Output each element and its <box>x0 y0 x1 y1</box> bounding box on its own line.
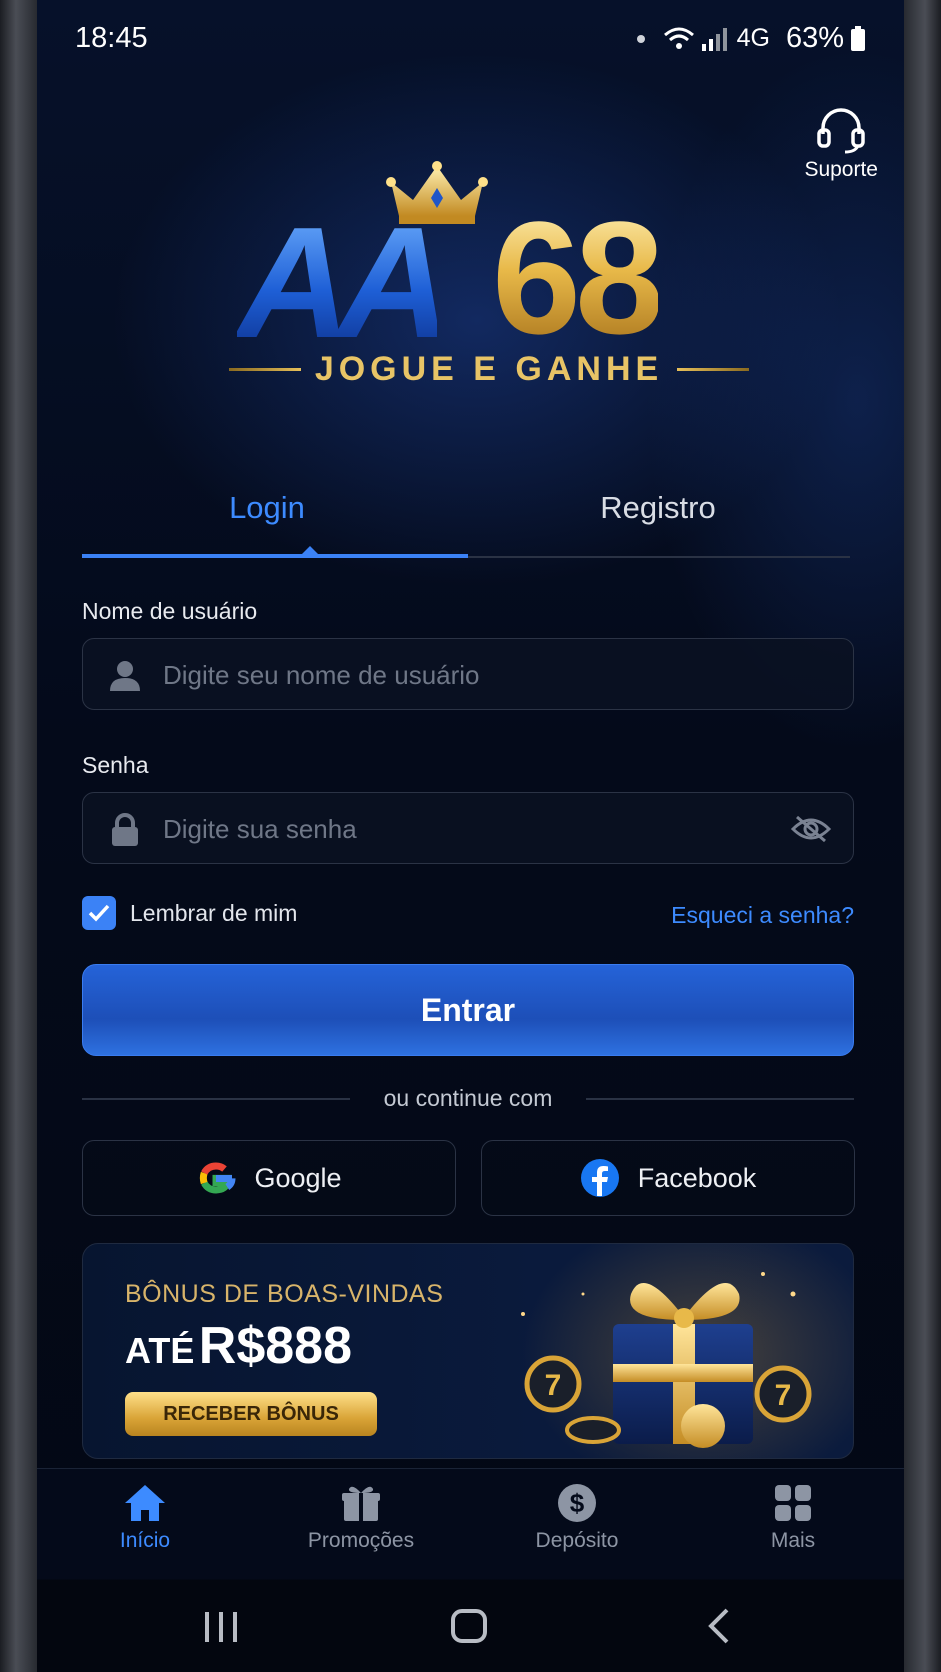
dollar-icon: $ <box>558 1484 596 1522</box>
logo-tagline-row: JOGUE E GANHE <box>229 350 750 389</box>
svg-text:$: $ <box>570 1488 585 1518</box>
wifi-icon <box>663 27 694 49</box>
promo-title: BÔNUS DE BOAS-VINDAS <box>125 1280 444 1308</box>
facebook-label: Facebook <box>637 1162 757 1193</box>
facebook-icon <box>580 1159 619 1197</box>
app-screen: 18:45 4G 63% Suporte AA 68 JOGUE E GANHE… <box>37 0 904 1672</box>
tab-login[interactable]: Login <box>82 490 452 526</box>
status-bar: 18:45 4G 63% <box>75 22 866 62</box>
headset-icon <box>817 108 865 154</box>
logo-number: 68 <box>492 188 664 367</box>
system-navigation-bar <box>37 1580 904 1672</box>
password-field[interactable] <box>82 792 854 865</box>
remember-me[interactable]: Lembrar de mim <box>82 896 297 930</box>
remember-label: Lembrar de mim <box>130 899 298 926</box>
facebook-login-button[interactable]: Facebook <box>481 1140 855 1216</box>
promo-amount-row: ATÉ R$888 <box>125 1316 352 1376</box>
promo-amount: R$888 <box>198 1317 353 1375</box>
home-icon <box>125 1485 165 1521</box>
username-field[interactable] <box>82 638 854 711</box>
nav-label-deposit: Depósito <box>535 1529 619 1552</box>
google-icon <box>200 1162 236 1194</box>
check-icon <box>88 904 110 922</box>
bottom-navigation: Início Promoções $ Depósito Mais <box>37 1468 904 1579</box>
nav-label-more: Mais <box>770 1529 816 1552</box>
eye-off-icon[interactable] <box>791 815 831 843</box>
password-input[interactable] <box>161 793 785 865</box>
support-button[interactable]: Suporte <box>804 104 878 182</box>
nav-item-home[interactable]: Início <box>37 1483 253 1553</box>
status-indicators: 4G 63% <box>636 22 866 55</box>
social-divider: ou continue com <box>82 1084 854 1114</box>
status-time: 18:45 <box>75 22 148 54</box>
promo-prefix: ATÉ <box>125 1330 195 1371</box>
username-input[interactable] <box>161 639 785 711</box>
welcome-bonus-banner[interactable]: BÔNUS DE BOAS-VINDAS ATÉ R$888 RECEBER B… <box>82 1243 854 1459</box>
recent-apps-icon[interactable] <box>201 1606 241 1646</box>
svg-text:7: 7 <box>775 1379 792 1412</box>
phone-bezel-right <box>901 0 941 1672</box>
lock-icon <box>112 813 138 846</box>
claim-bonus-button[interactable]: RECEBER BÔNUS <box>125 1392 377 1436</box>
nav-item-deposit[interactable]: $ Depósito <box>469 1483 685 1553</box>
back-icon[interactable] <box>699 1606 739 1646</box>
username-label: Nome de usuário <box>82 598 258 624</box>
notification-dot-icon <box>636 34 645 43</box>
network-type: 4G <box>736 24 770 52</box>
svg-text:7: 7 <box>545 1369 562 1402</box>
tab-active-indicator <box>82 554 468 558</box>
auth-tabs: Login Registro <box>82 490 850 560</box>
gift-icon <box>342 1486 380 1521</box>
remember-checkbox[interactable] <box>82 896 116 930</box>
tab-register[interactable]: Registro <box>466 490 850 526</box>
battery-icon <box>851 25 865 51</box>
phone-frame: 18:45 4G 63% Suporte AA 68 JOGUE E GANHE… <box>0 0 941 1672</box>
login-button[interactable]: Entrar <box>82 964 854 1056</box>
nav-item-promotions[interactable]: Promoções <box>253 1483 469 1553</box>
google-label: Google <box>254 1162 342 1193</box>
home-button-icon[interactable] <box>449 1606 489 1646</box>
nav-label-home: Início <box>119 1529 171 1552</box>
phone-bezel-left <box>0 0 40 1672</box>
logo-tagline: JOGUE E GANHE <box>314 350 664 388</box>
password-label: Senha <box>82 752 149 778</box>
google-login-button[interactable]: Google <box>82 1140 456 1216</box>
support-label: Suporte <box>804 158 878 181</box>
grid-icon <box>775 1485 811 1521</box>
brand-logo: AA 68 JOGUE E GANHE <box>229 160 757 420</box>
nav-item-more[interactable]: Mais <box>685 1483 901 1553</box>
logo-letters: AA <box>237 195 451 371</box>
user-icon <box>110 661 140 691</box>
gift-box-illustration: 7 7 <box>521 1272 812 1448</box>
nav-label-promotions: Promoções <box>307 1529 415 1552</box>
forgot-password-link[interactable]: Esqueci a senha? <box>671 902 854 929</box>
signal-icon <box>701 27 727 51</box>
battery-percent: 63% <box>785 22 844 54</box>
